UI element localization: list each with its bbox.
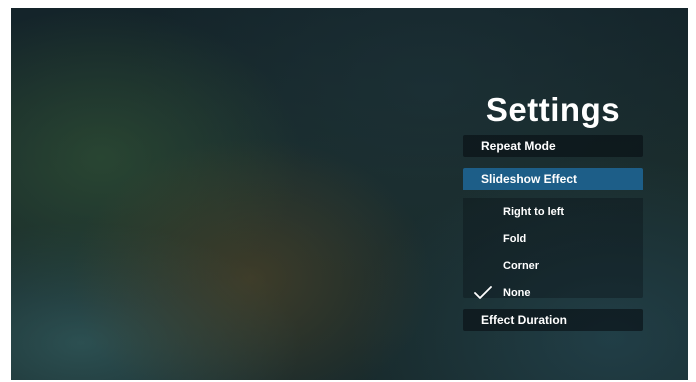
screen: Settings Repeat Mode Slideshow Effect Ri… [11,8,688,380]
menu-item-label: Repeat Mode [481,139,556,153]
slideshow-effect-submenu: Right to left Fold Corner None [463,198,643,299]
effect-option-label: None [503,287,531,299]
effect-option-right-to-left[interactable]: Right to left [463,201,643,223]
menu-item-label: Effect Duration [481,313,568,327]
menu-item-repeat-mode[interactable]: Repeat Mode [463,135,643,157]
effect-option-label: Right to left [503,206,565,218]
menu-item-label: Slideshow Effect [481,172,578,186]
checkmark-icon [474,286,492,299]
effect-option-fold[interactable]: Fold [463,228,643,250]
effect-option-none[interactable]: None [463,282,643,304]
settings-title: Settings [485,91,621,128]
effect-option-label: Fold [503,233,527,245]
effect-option-corner[interactable]: Corner [463,255,643,277]
effect-option-label: Corner [503,260,540,272]
menu-item-slideshow-effect[interactable]: Slideshow Effect [463,168,643,190]
menu-item-effect-duration[interactable]: Effect Duration [463,309,643,331]
